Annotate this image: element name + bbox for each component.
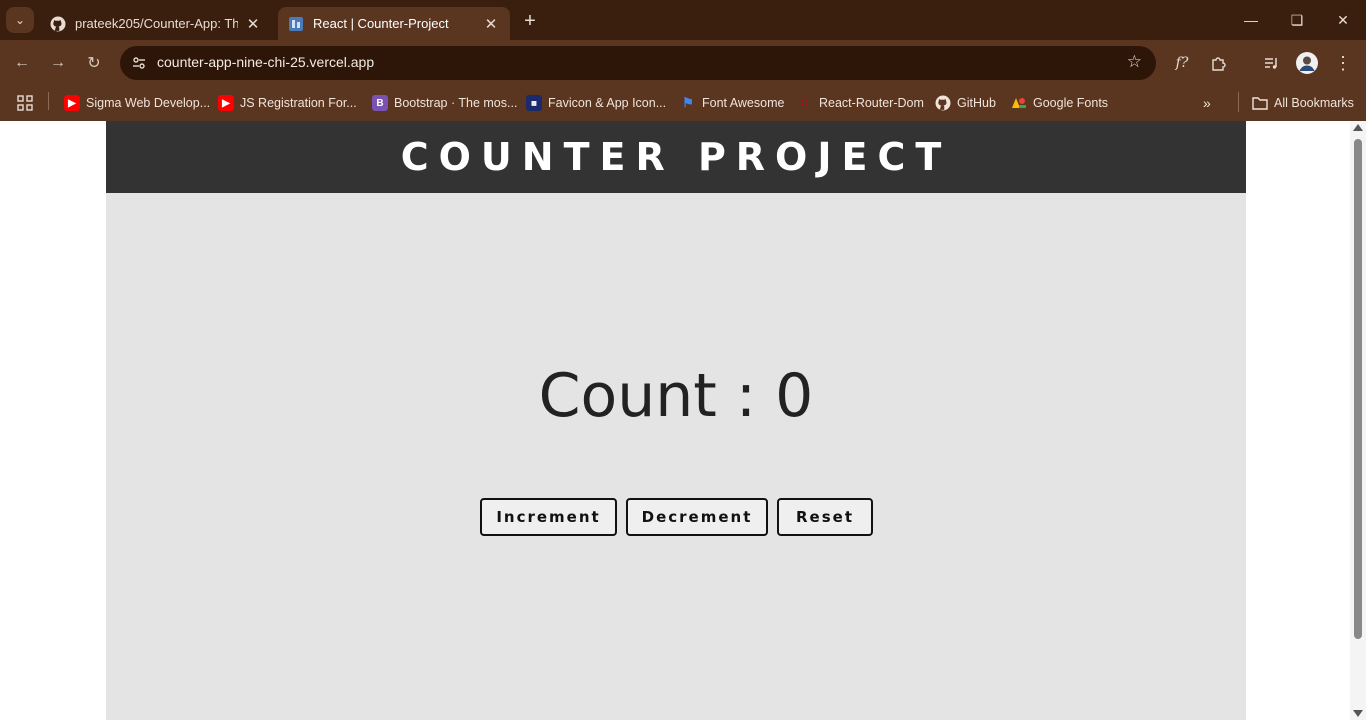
new-tab-button[interactable]: + [518, 9, 542, 33]
bookmark-item[interactable]: ▦ Favicon & App Icon... [526, 92, 666, 114]
bookmark-item[interactable]: Google Fonts [1011, 92, 1108, 114]
counter-app: COUNTER PROJECT Count : 0 Increment Decr… [106, 121, 1246, 720]
fontanello-extension-icon[interactable]: f? [1169, 50, 1195, 76]
minimize-icon[interactable]: — [1228, 0, 1274, 40]
github-icon [935, 95, 951, 111]
bookmark-item[interactable]: GitHub [935, 92, 996, 114]
github-icon [50, 16, 66, 32]
tab-title: React | Counter-Project [313, 16, 449, 31]
forward-arrow-icon[interactable]: → [45, 50, 71, 76]
app-header: COUNTER PROJECT [106, 121, 1246, 193]
bookmarks-divider [1238, 92, 1239, 112]
bookmarks-bar: ▶ Sigma Web Develop... ▶ JS Registration… [0, 85, 1366, 121]
favicon-generator-icon: ▦ [526, 95, 542, 111]
bookmark-label: Google Fonts [1033, 96, 1109, 110]
tab-react-counter[interactable]: React | Counter-Project ✕ [278, 7, 510, 40]
bookmark-item[interactable]: ⚑ Font Awesome [680, 92, 784, 114]
restore-icon[interactable]: ❏ [1274, 0, 1320, 40]
back-arrow-icon[interactable]: ← [9, 50, 35, 76]
bookmark-star-icon[interactable]: ☆ [1127, 52, 1142, 72]
bookmark-label: JS Registration For... [240, 96, 357, 110]
tab-github[interactable]: prateek205/Counter-App: This ✕ [40, 7, 272, 40]
close-tab-icon[interactable]: ✕ [482, 15, 500, 33]
all-bookmarks-label: All Bookmarks [1274, 96, 1354, 110]
address-bar[interactable]: counter-app-nine-chi-25.vercel.app ☆ [120, 46, 1156, 80]
button-row: Increment Decrement Reset [480, 498, 873, 536]
site-settings-icon[interactable] [128, 52, 150, 74]
youtube-icon: ▶ [218, 95, 234, 111]
more-bookmarks-chevron-icon[interactable]: » [1203, 92, 1211, 114]
tab-title: prateek205/Counter-App: This [75, 16, 238, 31]
close-tab-icon[interactable]: ✕ [244, 15, 262, 33]
apps-grid-icon[interactable] [16, 92, 34, 114]
decrement-button[interactable]: Decrement [626, 498, 768, 536]
tab-strip: ⌄ prateek205/Counter-App: This ✕ React |… [0, 0, 1366, 40]
extensions-puzzle-icon[interactable] [1205, 50, 1231, 76]
bookmark-label: Sigma Web Develop... [86, 96, 211, 110]
react-favicon-icon [288, 16, 304, 32]
bookmark-label: React-Router-Dom [819, 96, 924, 110]
scroll-up-arrow-icon[interactable] [1353, 124, 1363, 131]
profile-avatar[interactable] [1294, 50, 1320, 76]
vertical-scrollbar[interactable] [1350, 121, 1366, 720]
media-control-icon[interactable] [1258, 50, 1284, 76]
all-bookmarks-button[interactable]: All Bookmarks [1252, 92, 1354, 114]
bookmark-item[interactable]: ∷ React-Router-Dom [797, 92, 924, 114]
scroll-down-arrow-icon[interactable] [1353, 710, 1363, 717]
bookmark-label: Font Awesome [702, 96, 785, 110]
increment-button[interactable]: Increment [480, 498, 617, 536]
apps-divider [48, 92, 49, 110]
folder-icon [1252, 95, 1268, 111]
react-router-icon: ∷ [801, 97, 809, 109]
reload-icon[interactable]: ↻ [81, 50, 107, 76]
bookmark-label: Bootstrap · The mos... [394, 96, 518, 110]
tab-search-button[interactable]: ⌄ [6, 7, 34, 33]
app-title: COUNTER PROJECT [400, 135, 952, 179]
bookmark-item[interactable]: B Bootstrap · The mos... [372, 92, 517, 114]
bookmark-item[interactable]: ▶ JS Registration For... [218, 92, 357, 114]
count-display: Count : 0 [538, 361, 814, 431]
close-window-icon[interactable]: ✕ [1320, 0, 1366, 40]
font-awesome-flag-icon: ⚑ [682, 95, 694, 110]
bootstrap-icon: B [372, 95, 388, 111]
youtube-icon: ▶ [64, 95, 80, 111]
url-text: counter-app-nine-chi-25.vercel.app [157, 54, 375, 70]
more-menu-icon[interactable]: ⋮ [1330, 50, 1356, 76]
google-fonts-icon [1011, 95, 1027, 111]
scroll-thumb[interactable] [1354, 139, 1362, 639]
browser-toolbar: ← → ↻ counter-app-nine-chi-25.vercel.app… [0, 40, 1366, 85]
chevron-down-icon: ⌄ [14, 13, 26, 27]
bookmark-label: GitHub [957, 96, 996, 110]
page-viewport: COUNTER PROJECT Count : 0 Increment Decr… [0, 121, 1350, 720]
reset-button[interactable]: Reset [777, 498, 873, 536]
bookmark-item[interactable]: ▶ Sigma Web Develop... [64, 92, 210, 114]
bookmark-label: Favicon & App Icon... [548, 96, 667, 110]
